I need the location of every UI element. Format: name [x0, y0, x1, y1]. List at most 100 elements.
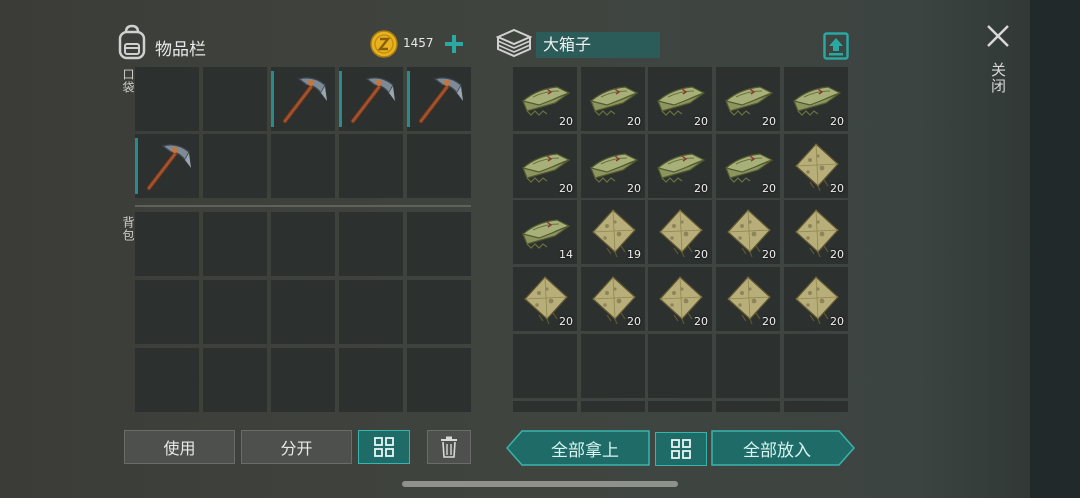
pocket-slot-pickaxe[interactable]	[407, 67, 471, 131]
take-all-button[interactable]: 全部拿上	[522, 430, 648, 466]
item-count: 20	[627, 115, 641, 128]
item-count: 20	[694, 115, 708, 128]
container-slot-burlap-sack[interactable]: 20	[581, 267, 645, 331]
split-button[interactable]: 分开	[241, 430, 352, 464]
pocket-slot-empty[interactable]	[203, 67, 267, 131]
pickaxe-icon	[350, 77, 395, 124]
backpack-slot-empty[interactable]	[339, 212, 403, 276]
backpack-slot-empty[interactable]	[135, 212, 199, 276]
container-slot-burlap-sack[interactable]: 20	[513, 267, 577, 331]
backpack-slot-empty[interactable]	[271, 212, 335, 276]
pickaxe-icon	[282, 77, 327, 124]
item-count: 20	[830, 248, 844, 261]
container-slot-cloth-fabric[interactable]: 14	[513, 200, 577, 264]
container-slot-burlap-sack[interactable]: 20	[784, 200, 848, 264]
backpack-slot-empty[interactable]	[135, 348, 199, 412]
item-count: 19	[627, 248, 641, 261]
home-indicator	[402, 481, 678, 487]
pocket-slot-empty[interactable]	[339, 134, 403, 198]
backpack-slot-empty[interactable]	[339, 280, 403, 344]
container-slot-empty[interactable]	[581, 401, 645, 412]
container-slot-burlap-sack[interactable]: 20	[716, 200, 780, 264]
pickaxe-icon	[418, 77, 463, 124]
close-button[interactable]: 关闭	[988, 62, 1009, 94]
backpack-icon	[118, 24, 146, 60]
item-count: 20	[694, 315, 708, 328]
pocket-slot-empty[interactable]	[407, 134, 471, 198]
sort-container-button[interactable]	[655, 432, 707, 466]
backpack-slot-empty[interactable]	[407, 212, 471, 276]
container-slot-burlap-sack[interactable]: 20	[648, 267, 712, 331]
container-slot-cloth-fabric[interactable]: 20	[581, 67, 645, 131]
backpack-slot-empty[interactable]	[135, 280, 199, 344]
item-count: 20	[830, 315, 844, 328]
side-panel	[1030, 0, 1080, 498]
item-count: 20	[762, 115, 776, 128]
container-slot-cloth-fabric[interactable]: 20	[784, 67, 848, 131]
trash-button[interactable]	[427, 430, 471, 464]
grid-sort-icon	[374, 437, 394, 457]
container-slot-empty[interactable]	[648, 334, 712, 398]
pocket-slot-pickaxe[interactable]	[135, 134, 199, 198]
item-count: 20	[830, 182, 844, 195]
coin-icon	[370, 30, 398, 58]
item-count: 20	[559, 315, 573, 328]
container-slot-cloth-fabric[interactable]: 20	[716, 67, 780, 131]
pocket-slot-empty[interactable]	[203, 134, 267, 198]
container-slot-cloth-fabric[interactable]: 20	[581, 134, 645, 198]
container-name-field[interactable]: 大箱子	[536, 32, 660, 58]
container-slot-cloth-fabric[interactable]: 20	[716, 134, 780, 198]
container-slot-burlap-sack[interactable]: 20	[784, 134, 848, 198]
item-count: 20	[559, 115, 573, 128]
backpack-slot-empty[interactable]	[203, 348, 267, 412]
item-count: 20	[762, 315, 776, 328]
container-slot-empty[interactable]	[513, 334, 577, 398]
put-all-button[interactable]: 全部放入	[713, 430, 841, 466]
backpack-slot-empty[interactable]	[271, 348, 335, 412]
item-count: 20	[762, 182, 776, 195]
item-count: 20	[830, 115, 844, 128]
pocket-slot-empty[interactable]	[135, 67, 199, 131]
use-button[interactable]: 使用	[124, 430, 235, 464]
container-slot-empty[interactable]	[716, 401, 780, 412]
trash-icon	[441, 436, 457, 458]
container-slot-empty[interactable]	[581, 334, 645, 398]
divider	[135, 205, 471, 207]
item-count: 20	[694, 182, 708, 195]
container-slot-cloth-fabric[interactable]: 20	[513, 134, 577, 198]
container-slot-empty[interactable]	[513, 401, 577, 412]
plus-icon[interactable]	[444, 34, 464, 54]
backpack-slot-empty[interactable]	[203, 212, 267, 276]
container-slot-burlap-sack[interactable]: 19	[581, 200, 645, 264]
item-count: 20	[694, 248, 708, 261]
backpack-slot-empty[interactable]	[339, 348, 403, 412]
container-slot-empty[interactable]	[648, 401, 712, 412]
pocket-slot-pickaxe[interactable]	[271, 67, 335, 131]
container-slot-empty[interactable]	[784, 401, 848, 412]
upload-icon[interactable]	[823, 32, 849, 60]
backpack-slot-empty[interactable]	[203, 280, 267, 344]
container-slot-cloth-fabric[interactable]: 20	[513, 67, 577, 131]
close-icon[interactable]	[986, 24, 1010, 48]
backpack-slot-empty[interactable]	[407, 348, 471, 412]
sort-inventory-button[interactable]	[358, 430, 410, 464]
container-slot-empty[interactable]	[784, 334, 848, 398]
container-slot-cloth-fabric[interactable]: 20	[648, 134, 712, 198]
pocket-slot-pickaxe[interactable]	[339, 67, 403, 131]
container-slot-burlap-sack[interactable]: 20	[716, 267, 780, 331]
container-slot-empty[interactable]	[716, 334, 780, 398]
backpack-slot-empty[interactable]	[407, 280, 471, 344]
item-count: 20	[762, 248, 776, 261]
item-count: 20	[627, 315, 641, 328]
container-slot-cloth-fabric[interactable]: 20	[648, 67, 712, 131]
chest-icon	[496, 28, 532, 58]
pocket-slot-empty[interactable]	[271, 134, 335, 198]
container-slot-burlap-sack[interactable]: 20	[648, 200, 712, 264]
coin-count: 1457	[403, 36, 434, 50]
backpack-slot-empty[interactable]	[271, 280, 335, 344]
grid-sort-icon	[671, 439, 691, 459]
container-slot-burlap-sack[interactable]: 20	[784, 267, 848, 331]
inventory-title: 物品栏	[155, 40, 206, 60]
item-count: 14	[559, 248, 573, 261]
pickaxe-icon	[146, 144, 191, 191]
